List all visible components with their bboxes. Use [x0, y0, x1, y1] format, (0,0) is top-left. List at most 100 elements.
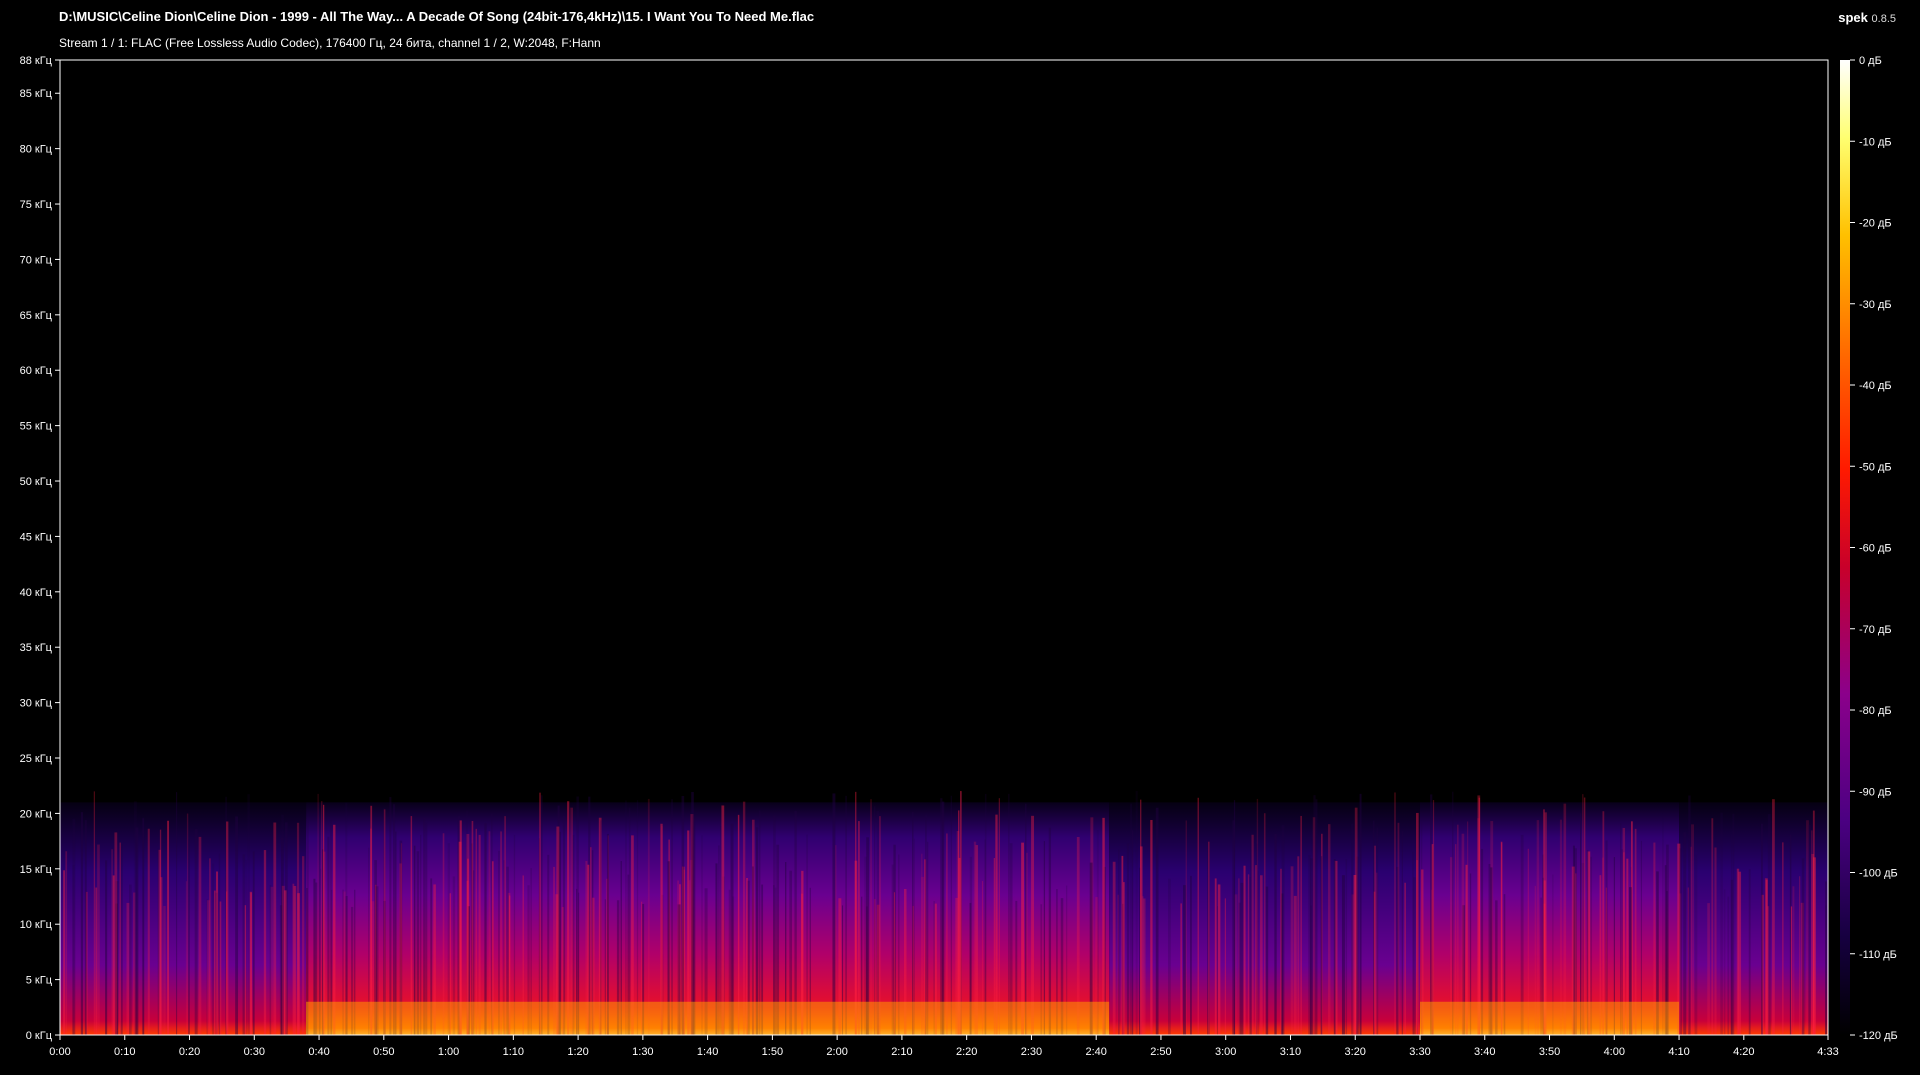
spectral-streak — [1764, 878, 1768, 1035]
x-tick-label: 0:20 — [179, 1046, 200, 1058]
spectral-streak — [1315, 799, 1318, 1035]
y-tick-label: 35 кГц — [20, 642, 53, 654]
spectral-streak — [163, 905, 166, 1035]
x-tick-label: 4:00 — [1604, 1046, 1625, 1058]
spectral-streak — [244, 905, 247, 1035]
spectral-streak — [1250, 832, 1252, 1035]
spectral-streak — [159, 829, 162, 1035]
y-tick-label: 0 кГц — [26, 1030, 53, 1042]
spectral-streak — [1140, 846, 1143, 1035]
spectral-streak — [1139, 867, 1141, 1035]
spectral-streak — [1238, 902, 1242, 1035]
x-axis: 0:00 0:10 0:20 0:30 0:40 0:50 1:00 1:10 1:20 1:30… — [49, 1035, 1839, 1058]
spectral-streak — [647, 798, 650, 1035]
y-tick-label: 80 кГц — [20, 144, 53, 156]
spectral-streak — [218, 853, 221, 1035]
spectral-streak — [628, 807, 631, 1035]
spectral-streak — [1679, 848, 1683, 1035]
y-tick-label: 50 кГц — [20, 476, 53, 488]
spectral-streak — [876, 811, 880, 1035]
spectral-streak — [576, 796, 579, 1035]
spectral-streak — [1811, 830, 1813, 1035]
spectral-streak — [540, 795, 543, 1035]
spectral-streak — [1243, 865, 1246, 1035]
spectral-streak — [147, 828, 150, 1035]
spectral-streak — [1290, 866, 1294, 1035]
spectral-streak — [691, 791, 694, 1035]
x-tick-label: 1:30 — [632, 1046, 653, 1058]
x-tick-label: 3:20 — [1345, 1046, 1366, 1058]
x-tick-label: 2:50 — [1150, 1046, 1171, 1058]
spectral-streak — [72, 818, 76, 1035]
spectral-streak — [186, 813, 189, 1035]
y-tick-label: 75 кГц — [20, 199, 53, 211]
spectral-streak — [1688, 795, 1691, 1035]
spectral-streak — [1112, 861, 1116, 1035]
spectral-streak — [1265, 886, 1269, 1035]
x-tick-label: 1:10 — [503, 1046, 524, 1058]
spectral-streak — [250, 892, 253, 1035]
bass-band — [306, 1001, 1110, 1035]
spectral-streak — [1155, 807, 1159, 1035]
spectral-streak — [263, 850, 267, 1035]
x-tick-label: 3:00 — [1215, 1046, 1236, 1058]
spectral-streak — [1690, 846, 1692, 1035]
spectral-streak — [1185, 820, 1187, 1035]
spectral-streak — [212, 863, 215, 1035]
spectral-streak — [845, 795, 847, 1035]
spectral-streak — [832, 793, 836, 1035]
x-tick-label: 2:10 — [891, 1046, 912, 1058]
spectral-streak — [1183, 885, 1186, 1035]
spectral-streak — [1799, 876, 1801, 1035]
spectral-streak — [1190, 875, 1192, 1035]
spectral-streak — [1772, 799, 1775, 1035]
y-tick-label: 45 кГц — [20, 531, 53, 543]
spectral-streak — [132, 892, 136, 1035]
spectral-streak — [1748, 869, 1751, 1035]
spectral-streak — [273, 822, 277, 1035]
spectral-streak — [114, 832, 118, 1035]
x-tick-label: 2:30 — [1021, 1046, 1042, 1058]
spectral-streak — [1720, 812, 1723, 1035]
colorbar-tick-label: -70 дБ — [1859, 624, 1892, 636]
spectral-streak — [321, 801, 323, 1035]
spectral-streak — [1354, 807, 1358, 1035]
y-tick-label: 88 кГц — [20, 55, 53, 67]
x-tick-label: 4:20 — [1733, 1046, 1754, 1058]
spectrogram-image — [60, 790, 1828, 1035]
spectral-streak — [1263, 813, 1266, 1035]
spectral-streak — [1583, 797, 1586, 1035]
spectral-streak — [1373, 820, 1375, 1035]
x-tick-label: 1:00 — [438, 1046, 459, 1058]
spectral-streak — [1293, 895, 1297, 1035]
spectral-streak — [317, 793, 319, 1035]
spectral-streak — [297, 893, 300, 1035]
spectral-streak — [235, 816, 239, 1035]
spectral-streak — [97, 844, 100, 1035]
x-tick-label: 4:10 — [1668, 1046, 1689, 1058]
spectral-streak — [105, 860, 108, 1035]
spectral-streak — [252, 851, 255, 1035]
x-tick-label: 0:00 — [49, 1046, 70, 1058]
y-axis: 0 кГц 5 кГц 10 кГц 15 кГц 20 кГц 25 кГц 30 кГц… — [20, 55, 60, 1042]
spectral-streak — [1580, 813, 1582, 1035]
spectral-streak — [1197, 797, 1199, 1035]
x-tick-label: 0:30 — [244, 1046, 265, 1058]
x-tick-label: 2:40 — [1085, 1046, 1106, 1058]
colorbar-tick-label: -60 дБ — [1859, 543, 1892, 555]
spectral-streak — [93, 791, 95, 1035]
colorbar — [1840, 60, 1850, 1035]
spectral-streak — [1792, 886, 1795, 1035]
spectral-streak — [1736, 868, 1740, 1035]
spectral-streak — [188, 839, 190, 1035]
spectral-streak — [1131, 830, 1134, 1035]
spectral-streak — [226, 821, 229, 1035]
colorbar-tick-label: -40 дБ — [1859, 380, 1892, 392]
spectral-streak — [65, 851, 68, 1035]
x-tick-label: 4:33 — [1817, 1046, 1838, 1058]
y-tick-label: 30 кГц — [20, 698, 53, 710]
spectral-streak — [1345, 859, 1348, 1035]
spectral-streak — [292, 883, 295, 1035]
spectral-streak — [80, 812, 84, 1035]
spectral-streak — [1711, 818, 1714, 1035]
